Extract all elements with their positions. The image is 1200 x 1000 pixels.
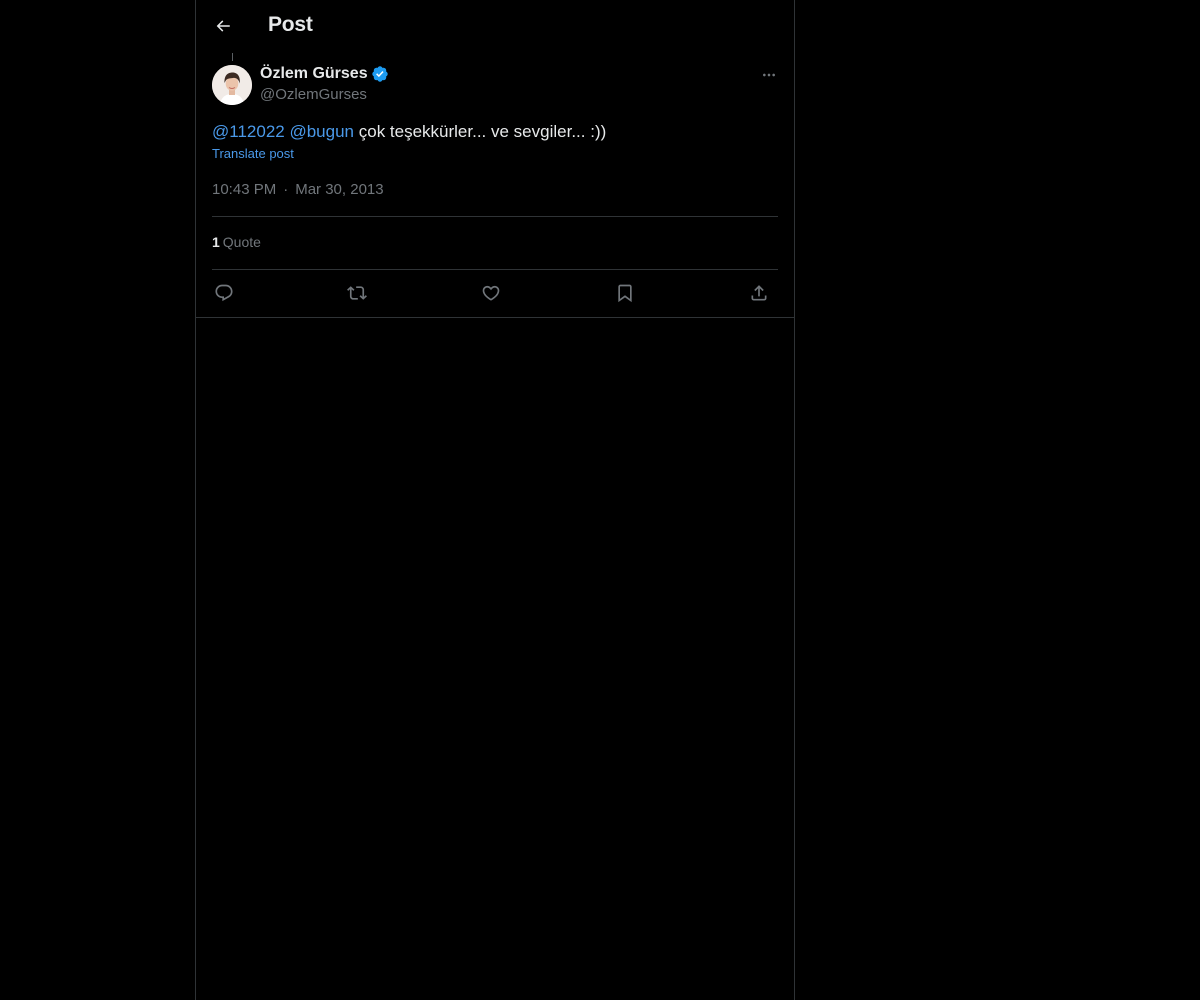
repost-button[interactable] (345, 281, 369, 305)
mention-link[interactable]: @bugun (289, 122, 354, 141)
post-body-text: çok teşekkürler... ve sevgiler... :)) (358, 122, 607, 141)
back-button[interactable] (208, 11, 238, 41)
divider (212, 269, 778, 270)
more-options-button[interactable] (756, 64, 782, 86)
share-button[interactable] (747, 281, 771, 305)
author-avatar[interactable] (212, 65, 252, 105)
divider (212, 216, 778, 217)
arrow-left-icon (216, 20, 230, 32)
post-actions-bar (212, 281, 778, 305)
repost-icon (347, 286, 367, 300)
post-timestamp: 10:43 PM · Mar 30, 2013 (212, 181, 384, 198)
reply-button[interactable] (212, 281, 236, 305)
heart-icon (482, 285, 500, 301)
author-display-name[interactable]: Özlem Gürses (260, 65, 368, 83)
post-date[interactable]: Mar 30, 2013 (295, 181, 383, 198)
post-time[interactable]: 10:43 PM (212, 181, 276, 198)
avatar-portrait-icon (212, 65, 252, 105)
page-header: Post (196, 0, 794, 53)
verified-badge-icon (371, 66, 388, 82)
meta-separator: · (283, 181, 289, 198)
post-bottom-border (196, 317, 794, 318)
bookmark-button[interactable] (613, 281, 637, 305)
post-text: @112022 @bugun çok teşekkürler... ve sev… (212, 120, 606, 144)
quote-count: 1 (212, 234, 220, 250)
thread-connector-line (232, 53, 233, 61)
like-button[interactable] (479, 281, 503, 305)
primary-column: Post Özlem Gürses @OzlemGurses @112022 @… (195, 0, 795, 1000)
mention-link[interactable]: @112022 (212, 122, 285, 141)
quote-stat[interactable]: 1 Quote (212, 234, 261, 250)
more-horizontal-icon (763, 73, 775, 77)
translate-post-link[interactable]: Translate post (212, 146, 294, 161)
quote-label: Quote (222, 234, 261, 250)
reply-icon (215, 284, 233, 302)
share-icon (751, 285, 767, 301)
author-handle[interactable]: @OzlemGurses (260, 86, 367, 103)
author-name-row: Özlem Gürses (260, 65, 389, 83)
page-title: Post (268, 13, 313, 36)
bookmark-icon (618, 284, 632, 303)
